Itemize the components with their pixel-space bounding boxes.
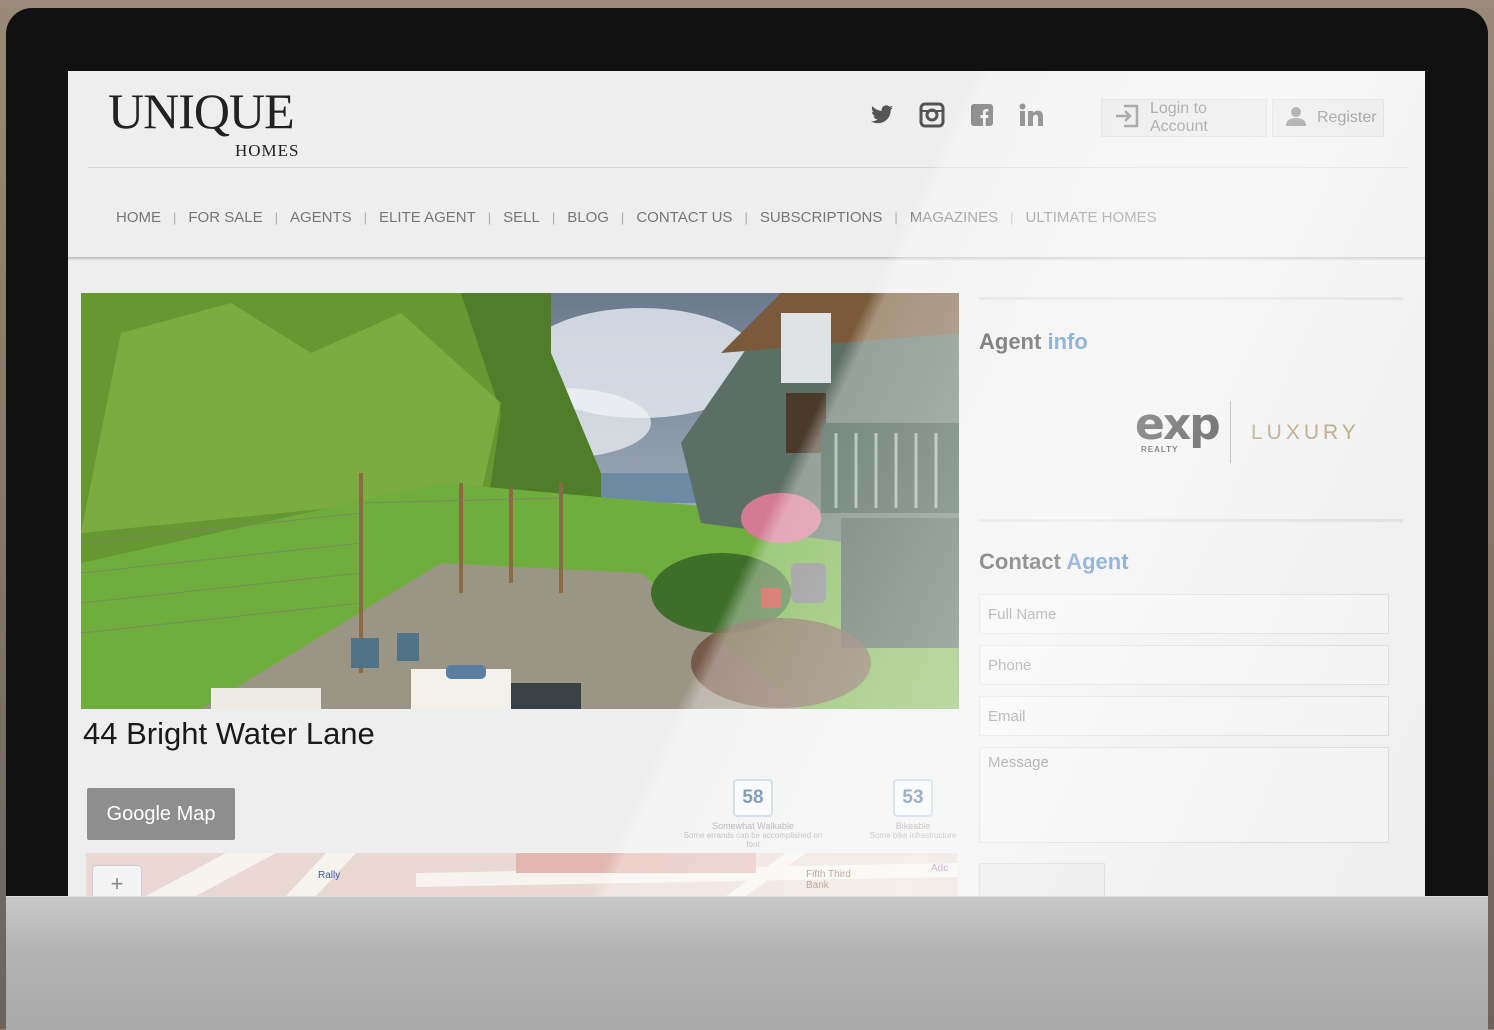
nav-item-for-sale[interactable]: FOR SALE [188, 209, 262, 226]
walk-score-badge: 58 [733, 779, 773, 817]
bike-score-note: Some bike infrastructure [869, 831, 957, 840]
contact-agent-heading-main: Contact [979, 549, 1061, 574]
instagram-icon[interactable] [918, 101, 946, 129]
nav-separator: | [1010, 210, 1014, 225]
browser-screen: UNIQUE HOMES Login to Account Register H… [68, 71, 1425, 896]
logo-sub-text: HOMES [235, 141, 300, 160]
main-nav: HOME | FOR SALE | AGENTS | ELITE AGENT |… [116, 209, 1157, 226]
nav-item-elite-agent[interactable]: ELITE AGENT [379, 209, 476, 226]
phone-field[interactable] [979, 645, 1389, 685]
header-divider [88, 167, 1408, 168]
nav-separator: | [363, 210, 368, 225]
map-label-adc: Adc [931, 863, 949, 874]
walk-score-note: Some errands can be accomplished on foot [683, 831, 823, 849]
contact-agent-heading-accent: Agent [1066, 549, 1129, 574]
nav-separator: | [620, 210, 625, 225]
bike-score-desc: Bikeable [895, 821, 931, 831]
sidebar-divider [979, 297, 1403, 300]
linkedin-icon[interactable] [1018, 101, 1046, 129]
google-map-button[interactable]: Google Map [87, 788, 235, 840]
register-label: Register [1317, 109, 1377, 126]
nav-item-subscriptions[interactable]: SUBSCRIPTIONS [760, 209, 883, 226]
social-links [868, 101, 1046, 129]
laptop-base [6, 896, 1488, 1030]
nav-item-home[interactable]: HOME [116, 209, 161, 226]
nav-separator: | [551, 210, 556, 225]
exp-realty-luxury-logo: exp REALTY LUXURY [1135, 401, 1365, 465]
contact-agent-heading: Contact Agent [979, 549, 1129, 575]
bike-score[interactable]: 53 Bikeable Some bike infrastructure [843, 779, 983, 840]
full-name-field[interactable] [979, 594, 1389, 634]
nav-separator: | [744, 210, 748, 225]
bike-score-badge: 53 [893, 779, 933, 817]
email-field[interactable] [979, 696, 1389, 736]
sidebar-divider [979, 519, 1403, 522]
nav-item-blog[interactable]: BLOG [567, 209, 609, 226]
nav-separator: | [173, 210, 177, 225]
login-label: Login to Account [1150, 100, 1208, 135]
agent-info-heading-accent: info [1047, 329, 1088, 354]
login-button[interactable]: Login to Account [1101, 99, 1267, 137]
nav-shadow [68, 257, 1425, 261]
map-label-rally: Rally [318, 870, 341, 881]
nav-item-contact-us[interactable]: CONTACT US [636, 209, 732, 226]
nav-separator: | [487, 210, 492, 225]
nav-item-magazines[interactable]: MAGAZINES [910, 209, 998, 226]
exp-realty-text: REALTY [1141, 445, 1179, 454]
nav-item-sell[interactable]: SELL [503, 209, 540, 226]
nav-separator: | [274, 210, 278, 225]
walk-score[interactable]: 58 Somewhat Walkable Some errands can be… [683, 779, 823, 849]
google-map[interactable]: + Rally Fifth Third Bank Adc [86, 853, 957, 896]
agent-info-heading: Agent info [979, 329, 1088, 355]
submit-button[interactable] [979, 863, 1105, 896]
nav-separator: | [894, 210, 898, 225]
twitter-icon[interactable] [868, 101, 896, 129]
exp-logo-text: exp [1135, 399, 1221, 450]
site-logo[interactable]: UNIQUE HOMES [108, 83, 328, 160]
listing-address: 44 Bright Water Lane [83, 716, 375, 751]
register-button[interactable]: Register [1272, 99, 1384, 137]
logo-main-text: UNIQUE [108, 83, 295, 139]
login-icon [1114, 104, 1140, 133]
nav-item-agents[interactable]: AGENTS [290, 209, 352, 226]
user-icon [1285, 105, 1307, 132]
message-field[interactable] [979, 747, 1389, 843]
facebook-icon[interactable] [968, 101, 996, 129]
map-label-fifth-third-bank: Fifth Third Bank [806, 869, 851, 891]
exp-logo-divider [1230, 401, 1231, 463]
walk-score-desc: Somewhat Walkable [712, 821, 794, 831]
listing-photo[interactable] [81, 293, 959, 709]
exp-luxury-text: LUXURY [1251, 421, 1360, 444]
nav-item-ultimate-homes[interactable]: ULTIMATE HOMES [1026, 209, 1157, 226]
map-zoom-in-button[interactable]: + [92, 865, 142, 896]
agent-info-heading-main: Agent [979, 329, 1042, 354]
